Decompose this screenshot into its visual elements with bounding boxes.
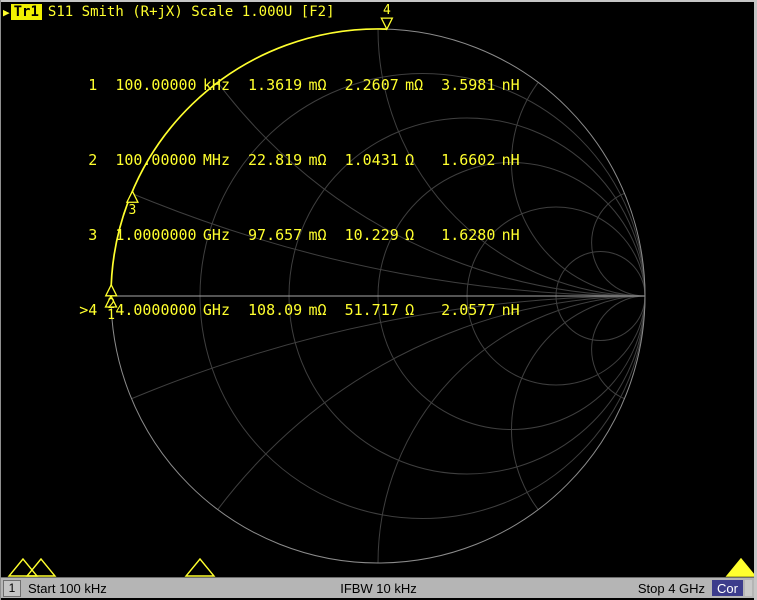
marker-frequency-unit: kHz	[203, 78, 230, 93]
marker-row: 3 1.0000000 GHz 97.657 mΩ 10.229 Ω 1.6280 nH	[16, 213, 520, 258]
marker-resistance-unit: mΩ	[309, 78, 327, 93]
marker-resistance: 22.819	[248, 153, 302, 168]
window-border-top	[0, 0, 757, 2]
marker-number: >4	[70, 303, 97, 318]
status-right-group: Stop 4 GHz Cor	[638, 580, 752, 596]
stimulus-marker-4[interactable]	[727, 559, 755, 576]
marker-reactance: 51.717	[345, 303, 399, 318]
channel-number-box: 1	[3, 580, 21, 597]
marker-frequency: 100.00000	[115, 153, 196, 168]
marker-row: 1 100.00000 kHz 1.3619 mΩ 2.2607 mΩ 3.5981 nH	[16, 63, 520, 108]
marker-readout-table: 1 100.00000 kHz 1.3619 mΩ 2.2607 mΩ 3.5981 nH 2 1…	[16, 33, 520, 363]
correction-status-badge: Cor	[712, 580, 743, 596]
marker-inductance: 1.6602	[441, 153, 495, 168]
stimulus-marker-3[interactable]	[186, 559, 214, 576]
status-bar-stub	[745, 580, 752, 596]
marker-frequency: 4.0000000	[115, 303, 196, 318]
marker-frequency-unit: MHz	[203, 153, 230, 168]
marker-inductance-unit: nH	[502, 303, 520, 318]
status-bar: 1 Start 100 kHz IFBW 10 kHz Stop 4 GHz C…	[0, 577, 757, 598]
marker-inductance: 2.0577	[441, 303, 495, 318]
marker-frequency: 1.0000000	[115, 228, 196, 243]
marker-resistance-unit: mΩ	[309, 303, 327, 318]
marker-reactance: 1.0431	[345, 153, 399, 168]
marker-reactance-unit: Ω	[405, 303, 423, 318]
marker-inductance-unit: nH	[502, 228, 520, 243]
stimulus-marker-2[interactable]	[27, 559, 55, 576]
marker-number: 1	[70, 78, 97, 93]
marker-resistance-unit: mΩ	[309, 153, 327, 168]
start-frequency-label: Start 100 kHz	[28, 581, 107, 596]
marker-resistance-unit: mΩ	[309, 228, 327, 243]
marker-frequency-unit: GHz	[203, 303, 230, 318]
chart-marker-4[interactable]: 4	[381, 3, 392, 29]
trace-header: ▶ Tr1 S11 Smith (R+jX) Scale 1.000U [F2]	[3, 4, 335, 20]
marker-number: 2	[70, 153, 97, 168]
marker-resistance: 97.657	[248, 228, 302, 243]
marker-label: 4	[383, 3, 391, 18]
marker-number: 3	[70, 228, 97, 243]
marker-reactance: 10.229	[345, 228, 399, 243]
marker-inductance-unit: nH	[502, 78, 520, 93]
stimulus-marker-1[interactable]	[9, 559, 37, 576]
stop-frequency-label: Stop 4 GHz	[638, 581, 705, 596]
marker-row: 2 100.00000 MHz 22.819 mΩ 1.0431 Ω 1.6602 nH	[16, 138, 520, 183]
marker-row-active: >4 4.0000000 GHz 108.09 mΩ 51.717 Ω 2.0577 nH	[16, 288, 520, 333]
trace-format-title: S11 Smith (R+jX) Scale 1.000U [F2]	[48, 4, 335, 20]
marker-triangle-icon	[381, 18, 392, 29]
marker-resistance: 108.09	[248, 303, 302, 318]
marker-reactance-unit: mΩ	[405, 78, 423, 93]
window-border-left	[0, 0, 1, 600]
trace-badge[interactable]: Tr1	[11, 4, 42, 20]
marker-inductance: 1.6280	[441, 228, 495, 243]
marker-reactance: 2.2607	[345, 78, 399, 93]
marker-frequency: 100.00000	[115, 78, 196, 93]
marker-inductance-unit: nH	[502, 153, 520, 168]
marker-reactance-unit: Ω	[405, 153, 423, 168]
marker-frequency-unit: GHz	[203, 228, 230, 243]
active-trace-arrow-icon: ▶	[3, 6, 10, 19]
marker-resistance: 1.3619	[248, 78, 302, 93]
marker-inductance: 3.5981	[441, 78, 495, 93]
marker-reactance-unit: Ω	[405, 228, 423, 243]
vna-screen: 1 2 3 4 ▶ Tr1 S11 Smith (R+jX) Scale 1.000U…	[0, 0, 757, 600]
